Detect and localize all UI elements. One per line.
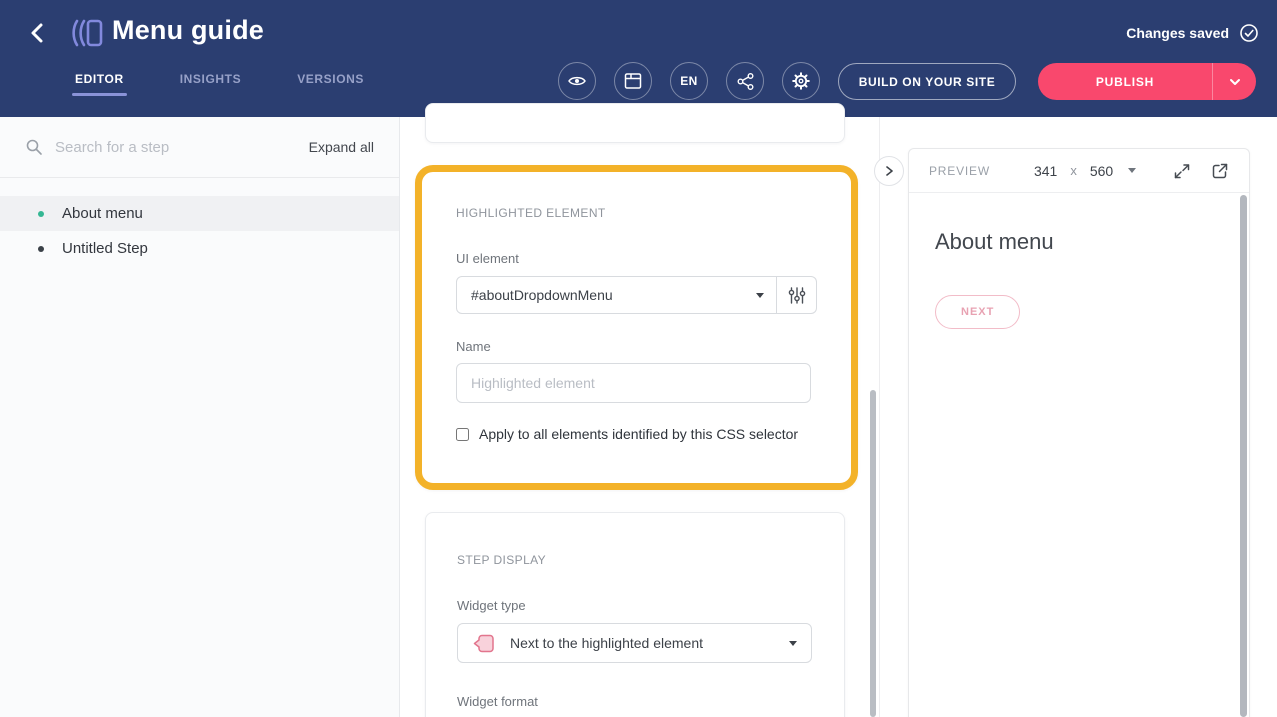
tooltip-widget-icon	[472, 633, 495, 654]
step-list: About menu Untitled Step	[0, 178, 399, 266]
step-item-untitled-step[interactable]: Untitled Step	[0, 231, 399, 266]
search-icon	[25, 138, 43, 156]
layout-button[interactable]	[614, 62, 652, 100]
step-search-row: Search for a step Expand all	[0, 117, 399, 178]
apply-all-checkbox[interactable]	[456, 428, 469, 441]
workspace: Search for a step Expand all About menu …	[0, 117, 1277, 717]
step-item-about-menu[interactable]: About menu	[0, 196, 399, 231]
preview-pane: PREVIEW 341 x 560 About menu	[880, 117, 1277, 717]
section-title: STEP DISPLAY	[457, 553, 813, 567]
tab-versions[interactable]: VERSIONS	[297, 72, 364, 96]
share-button[interactable]	[726, 62, 764, 100]
ui-element-select-group: #aboutDropdownMenu	[456, 276, 817, 314]
chevron-down-icon	[789, 641, 797, 646]
name-label: Name	[456, 339, 817, 354]
ui-element-label: UI element	[456, 251, 817, 266]
preview-next-button[interactable]: NEXT	[935, 295, 1020, 329]
saved-check-icon	[1239, 23, 1259, 48]
language-button[interactable]: EN	[670, 62, 708, 100]
widget-type-value: Next to the highlighted element	[510, 635, 774, 651]
chevron-down-icon	[1229, 78, 1241, 86]
header-toolbar: EN	[558, 62, 820, 100]
publish-split-button: PUBLISH	[1038, 63, 1256, 100]
collapse-preview-button[interactable]	[874, 156, 904, 186]
step-label: Untitled Step	[62, 240, 148, 257]
viewport-height: 560	[1090, 163, 1113, 179]
viewport-width: 341	[1034, 163, 1057, 179]
expand-all-button[interactable]: Expand all	[309, 139, 374, 155]
open-in-new-window-button[interactable]	[1211, 162, 1229, 180]
preview-title: PREVIEW	[929, 164, 990, 178]
highlighted-element-card: HIGHLIGHTED ELEMENT UI element #aboutDro…	[415, 165, 858, 490]
app-header: Menu guide Changes saved EDITOR INSIGHTS…	[0, 0, 1277, 117]
preview-header: PREVIEW 341 x 560	[909, 149, 1249, 193]
ui-element-select[interactable]: #aboutDropdownMenu	[456, 276, 777, 314]
step-editor: HIGHLIGHTED ELEMENT UI element #aboutDro…	[400, 117, 880, 717]
build-on-your-site-button[interactable]: BUILD ON YOUR SITE	[838, 63, 1016, 100]
step-status-dot	[38, 211, 44, 217]
preview-panel: PREVIEW 341 x 560 About menu	[908, 148, 1250, 717]
changes-saved-status: Changes saved	[1126, 25, 1229, 41]
chevron-left-icon	[26, 21, 50, 45]
page-title: Menu guide	[112, 15, 264, 46]
section-title: HIGHLIGHTED ELEMENT	[456, 206, 817, 220]
step-status-dot	[38, 246, 44, 252]
expand-icon	[1173, 162, 1191, 180]
eye-icon	[567, 71, 587, 91]
chevron-down-icon	[756, 293, 764, 298]
sliders-icon	[788, 286, 806, 305]
ui-element-value: #aboutDropdownMenu	[471, 287, 756, 303]
chevron-down-icon	[1128, 168, 1136, 173]
preview-step-heading: About menu	[935, 229, 1223, 255]
steps-sidebar: Search for a step Expand all About menu …	[0, 117, 400, 717]
widget-type-select[interactable]: Next to the highlighted element	[457, 623, 812, 663]
app-logo-icon	[70, 18, 104, 53]
share-icon	[736, 72, 755, 91]
widget-type-label: Widget type	[457, 598, 813, 613]
chevron-right-icon	[883, 165, 895, 177]
editor-card-partial	[425, 103, 845, 143]
language-label: EN	[680, 74, 697, 88]
tab-editor[interactable]: EDITOR	[75, 72, 124, 96]
layout-panel-icon	[624, 72, 642, 90]
apply-all-label: Apply to all elements identified by this…	[479, 426, 798, 442]
apply-all-row: Apply to all elements identified by this…	[456, 426, 817, 442]
preview-eye-button[interactable]	[558, 62, 596, 100]
tab-insights[interactable]: INSIGHTS	[180, 72, 241, 96]
viewport-size-select[interactable]: 341 x 560	[1034, 163, 1136, 179]
name-input[interactable]	[456, 363, 811, 403]
viewport-separator: x	[1070, 163, 1077, 178]
header-tabs: EDITOR INSIGHTS VERSIONS	[75, 72, 364, 96]
preview-content: About menu NEXT	[909, 193, 1249, 365]
external-link-icon	[1211, 162, 1229, 180]
settings-button[interactable]	[782, 62, 820, 100]
selector-settings-button[interactable]	[777, 276, 817, 314]
preview-actions	[1173, 162, 1229, 180]
back-button[interactable]	[24, 20, 52, 48]
step-label: About menu	[62, 205, 143, 222]
editor-scrollbar[interactable]	[870, 390, 876, 717]
expand-preview-button[interactable]	[1173, 162, 1191, 180]
publish-button[interactable]: PUBLISH	[1038, 63, 1212, 100]
publish-dropdown-button[interactable]	[1212, 63, 1256, 100]
step-display-card: STEP DISPLAY Widget type Next to the hig…	[425, 512, 845, 717]
search-input[interactable]: Search for a step	[25, 138, 309, 156]
search-placeholder: Search for a step	[55, 139, 169, 156]
widget-format-label: Widget format	[457, 694, 813, 709]
preview-scrollbar[interactable]	[1240, 195, 1247, 717]
gear-icon	[791, 71, 811, 91]
